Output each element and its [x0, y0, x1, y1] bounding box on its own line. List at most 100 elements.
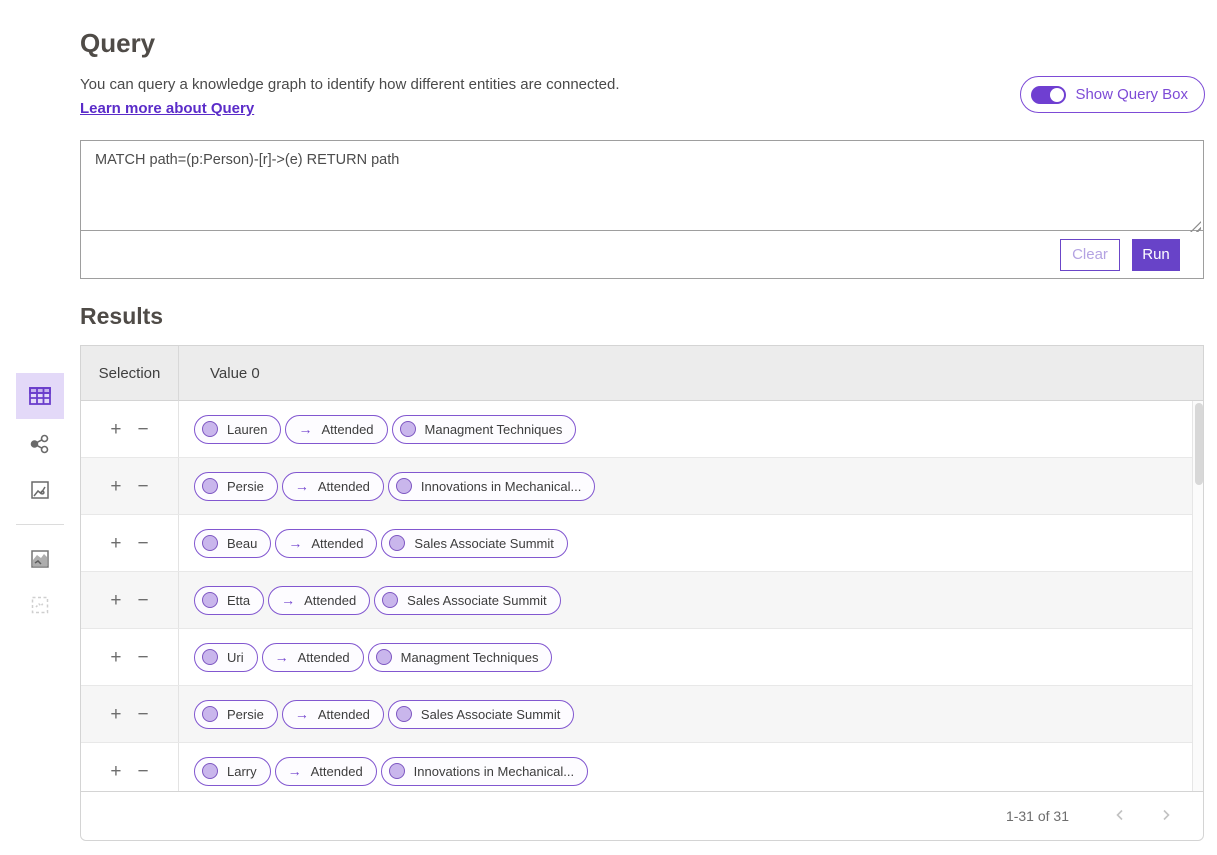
row-value-cell: Larry → Attended Innovations in Mechanic…	[179, 757, 588, 786]
results-title: Results	[80, 303, 163, 330]
relationship-label: Attended	[304, 593, 356, 608]
entity-node-icon	[396, 478, 412, 494]
relationship-label: Attended	[318, 479, 370, 494]
remove-from-selection-button[interactable]: −	[138, 591, 149, 610]
graph-view-icon	[28, 432, 52, 456]
entity-node-icon	[202, 706, 218, 722]
toggle-label: Show Query Box	[1075, 86, 1188, 103]
sidebar-item-table-view[interactable]	[16, 373, 64, 419]
entity-pill[interactable]: Innovations in Mechanical...	[388, 472, 595, 501]
sidebar-item-map-view[interactable]	[16, 536, 64, 582]
row-selection-cell: + −	[81, 401, 179, 457]
entity-pill[interactable]: Innovations in Mechanical...	[381, 757, 588, 786]
entity-pill[interactable]: Managment Techniques	[392, 415, 577, 444]
entity-node-icon	[376, 649, 392, 665]
relationship-label: Attended	[298, 650, 350, 665]
chart-view-icon	[29, 479, 51, 501]
show-query-box-toggle[interactable]: Show Query Box	[1020, 76, 1205, 113]
arrow-right-icon: →	[281, 592, 295, 608]
results-table: Selection Value 0 + − Lauren → Attended …	[80, 345, 1204, 841]
learn-more-link[interactable]: Learn more about Query	[80, 100, 254, 117]
relationship-pill[interactable]: → Attended	[285, 415, 387, 444]
add-to-selection-button[interactable]: +	[110, 420, 121, 439]
entity-pill[interactable]: Sales Associate Summit	[374, 586, 560, 615]
entity-node-icon	[400, 421, 416, 437]
add-to-selection-button[interactable]: +	[110, 534, 121, 553]
add-to-selection-button[interactable]: +	[110, 648, 121, 667]
entity-pill[interactable]: Etta	[194, 586, 264, 615]
row-value-cell: Etta → Attended Sales Associate Summit	[179, 586, 561, 615]
pagination-range: 1-31 of 31	[1006, 808, 1069, 824]
sidebar-item-graph-view[interactable]	[16, 421, 64, 467]
entity-label: Beau	[227, 536, 257, 551]
entity-label: Persie	[227, 479, 264, 494]
pagination-prev-button[interactable]	[1107, 808, 1133, 825]
relationship-pill[interactable]: → Attended	[275, 757, 377, 786]
target-entity-label: Sales Associate Summit	[421, 707, 560, 722]
remove-from-selection-button[interactable]: −	[138, 534, 149, 553]
query-actions: Clear Run	[81, 231, 1203, 278]
entity-pill[interactable]: Persie	[194, 700, 278, 729]
entity-pill[interactable]: Sales Associate Summit	[381, 529, 567, 558]
sidebar-divider	[16, 524, 64, 525]
remove-from-selection-button[interactable]: −	[138, 420, 149, 439]
add-to-selection-button[interactable]: +	[110, 762, 121, 781]
sidebar-item-custom-view	[16, 582, 64, 628]
remove-from-selection-button[interactable]: −	[138, 648, 149, 667]
target-entity-label: Innovations in Mechanical...	[421, 479, 581, 494]
remove-from-selection-button[interactable]: −	[138, 705, 149, 724]
run-button[interactable]: Run	[1132, 239, 1180, 271]
target-entity-label: Sales Associate Summit	[414, 536, 553, 551]
scrollbar-track[interactable]	[1192, 401, 1203, 791]
query-page: Query You can query a knowledge graph to…	[0, 0, 1217, 855]
arrow-right-icon: →	[275, 649, 289, 665]
entity-pill[interactable]: Persie	[194, 472, 278, 501]
entity-node-icon	[202, 478, 218, 494]
row-value-cell: Beau → Attended Sales Associate Summit	[179, 529, 568, 558]
arrow-right-icon: →	[298, 421, 312, 437]
relationship-pill[interactable]: → Attended	[262, 643, 364, 672]
pagination-next-button[interactable]	[1153, 808, 1179, 825]
entity-node-icon	[389, 763, 405, 779]
add-to-selection-button[interactable]: +	[110, 705, 121, 724]
scrollbar-thumb[interactable]	[1195, 403, 1203, 485]
relationship-pill[interactable]: → Attended	[282, 472, 384, 501]
add-to-selection-button[interactable]: +	[110, 477, 121, 496]
relationship-label: Attended	[321, 422, 373, 437]
toggle-switch-icon[interactable]	[1031, 86, 1066, 104]
relationship-pill[interactable]: → Attended	[275, 529, 377, 558]
remove-from-selection-button[interactable]: −	[138, 762, 149, 781]
entity-pill[interactable]: Managment Techniques	[368, 643, 553, 672]
row-selection-cell: + −	[81, 686, 179, 742]
relationship-pill[interactable]: → Attended	[282, 700, 384, 729]
toggle-knob	[1050, 88, 1064, 102]
table-footer: 1-31 of 31	[81, 791, 1203, 840]
entity-node-icon	[202, 649, 218, 665]
add-to-selection-button[interactable]: +	[110, 591, 121, 610]
entity-label: Lauren	[227, 422, 267, 437]
row-selection-cell: + −	[81, 458, 179, 514]
page-title: Query	[80, 28, 155, 59]
table-row: + − Beau → Attended Sales Associate Summ…	[81, 515, 1203, 572]
table-body: + − Lauren → Attended Managment Techniqu…	[81, 401, 1203, 791]
column-header-selection: Selection	[81, 346, 179, 401]
clear-button[interactable]: Clear	[1060, 239, 1120, 271]
entity-pill[interactable]: Larry	[194, 757, 271, 786]
remove-from-selection-button[interactable]: −	[138, 477, 149, 496]
table-header: Selection Value 0	[81, 346, 1203, 401]
relationship-label: Attended	[318, 707, 370, 722]
sidebar-item-chart-view[interactable]	[16, 467, 64, 513]
row-selection-cell: + −	[81, 515, 179, 571]
entity-pill[interactable]: Sales Associate Summit	[388, 700, 574, 729]
relationship-pill[interactable]: → Attended	[268, 586, 370, 615]
entity-pill[interactable]: Lauren	[194, 415, 281, 444]
query-box: MATCH path=(p:Person)-[r]->(e) RETURN pa…	[80, 140, 1204, 279]
query-input[interactable]: MATCH path=(p:Person)-[r]->(e) RETURN pa…	[81, 141, 1203, 231]
map-view-icon	[29, 548, 51, 570]
table-row: + − Uri → Attended Managment Techniques	[81, 629, 1203, 686]
view-sidebar	[16, 373, 64, 628]
entity-pill[interactable]: Beau	[194, 529, 271, 558]
entity-node-icon	[382, 592, 398, 608]
table-view-icon	[27, 383, 53, 409]
entity-pill[interactable]: Uri	[194, 643, 258, 672]
